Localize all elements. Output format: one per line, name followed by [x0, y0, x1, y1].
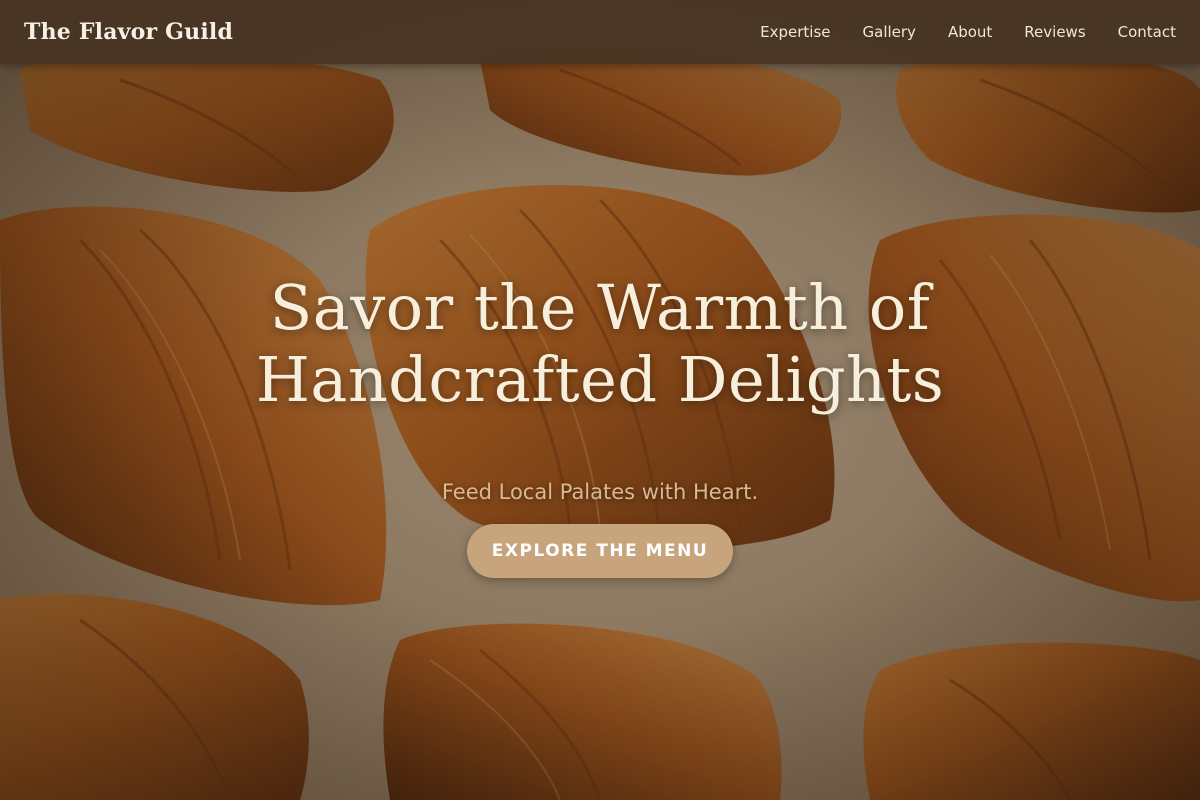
- hero-section: Savor the Warmth of Handcrafted Delights…: [0, 0, 1200, 800]
- brand-logo-text[interactable]: The Flavor Guild: [24, 19, 233, 45]
- hero-subtitle: Feed Local Palates with Heart.: [441, 479, 759, 504]
- nav-link-contact[interactable]: Contact: [1118, 23, 1176, 41]
- nav-link-gallery[interactable]: Gallery: [863, 23, 916, 41]
- hero-title-line-1: Savor the Warmth of: [269, 271, 931, 344]
- explore-menu-button[interactable]: EXPLORE THE MENU: [467, 523, 733, 578]
- hero-title: Savor the Warmth of Handcrafted Delights: [256, 272, 944, 416]
- nav-link-expertise[interactable]: Expertise: [760, 23, 830, 41]
- landing-page: The Flavor Guild Expertise Gallery About…: [0, 0, 1200, 800]
- nav-link-reviews[interactable]: Reviews: [1024, 23, 1085, 41]
- top-navbar: The Flavor Guild Expertise Gallery About…: [0, 0, 1200, 64]
- nav-links: Expertise Gallery About Reviews Contact: [760, 23, 1176, 41]
- hero-title-line-2: Handcrafted Delights: [255, 343, 945, 416]
- nav-link-about[interactable]: About: [948, 23, 992, 41]
